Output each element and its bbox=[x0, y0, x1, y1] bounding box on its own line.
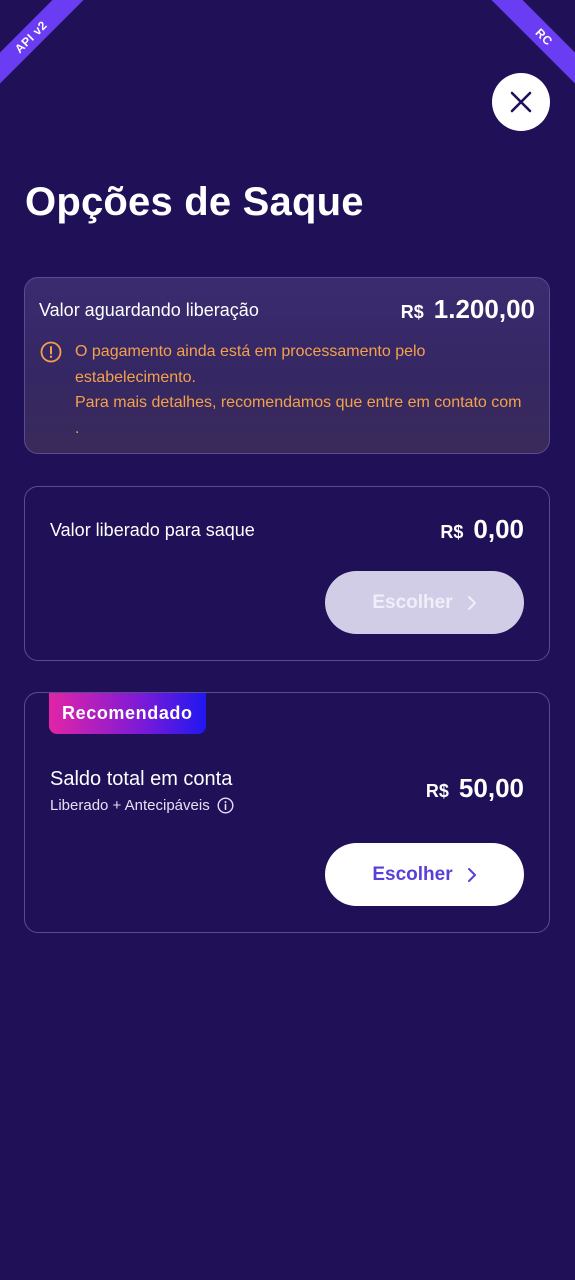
released-value: 0,00 bbox=[473, 514, 524, 544]
released-amount: R$ 0,00 bbox=[440, 514, 524, 545]
total-value: 50,00 bbox=[458, 773, 524, 803]
close-button[interactable] bbox=[492, 73, 550, 131]
total-sublabel-text: Liberado + Antecipáveis bbox=[50, 797, 210, 814]
choose-released-label: Escolher bbox=[372, 591, 453, 613]
warning-line-1: O pagamento ainda está em processamento … bbox=[75, 343, 426, 386]
chevron-right-icon bbox=[467, 867, 476, 882]
pending-amount: R$ 1.200,00 bbox=[401, 294, 535, 325]
warning-line-2: Para mais detalhes, recomendamos que ent… bbox=[75, 394, 522, 437]
api-version-label: API v2 bbox=[0, 0, 92, 98]
chevron-right-icon bbox=[467, 595, 476, 610]
recommended-badge: Recomendado bbox=[49, 693, 206, 734]
pending-currency: R$ bbox=[400, 302, 424, 322]
info-icon[interactable] bbox=[217, 797, 234, 814]
released-currency: R$ bbox=[440, 522, 464, 542]
choose-total-label: Escolher bbox=[372, 863, 453, 885]
pending-warning-text: O pagamento ainda está em processamento … bbox=[75, 339, 525, 441]
released-label: Valor liberado para saque bbox=[50, 520, 255, 540]
choose-released-button[interactable]: Escolher bbox=[325, 571, 524, 634]
close-icon bbox=[510, 91, 532, 113]
total-amount: R$ 50,00 bbox=[426, 773, 524, 804]
total-currency: R$ bbox=[425, 781, 449, 801]
total-balance-card: Recomendado Saldo total em conta Liberad… bbox=[24, 692, 550, 933]
total-sublabel: Liberado + Antecipáveis bbox=[50, 797, 234, 814]
total-label: Saldo total em conta bbox=[50, 768, 233, 790]
pending-balance-card: Valor aguardando liberação R$ 1.200,00 O… bbox=[24, 277, 550, 454]
pending-label: Valor aguardando liberação bbox=[39, 300, 259, 320]
page-title: Opções de Saque bbox=[25, 180, 364, 224]
released-balance-card: Valor liberado para saque R$ 0,00 Escolh… bbox=[24, 486, 550, 661]
api-version-ribbon: API v2 bbox=[0, 0, 110, 110]
choose-total-button[interactable]: Escolher bbox=[325, 843, 524, 906]
alert-circle-icon bbox=[40, 341, 62, 363]
pending-value: 1.200,00 bbox=[433, 294, 535, 324]
